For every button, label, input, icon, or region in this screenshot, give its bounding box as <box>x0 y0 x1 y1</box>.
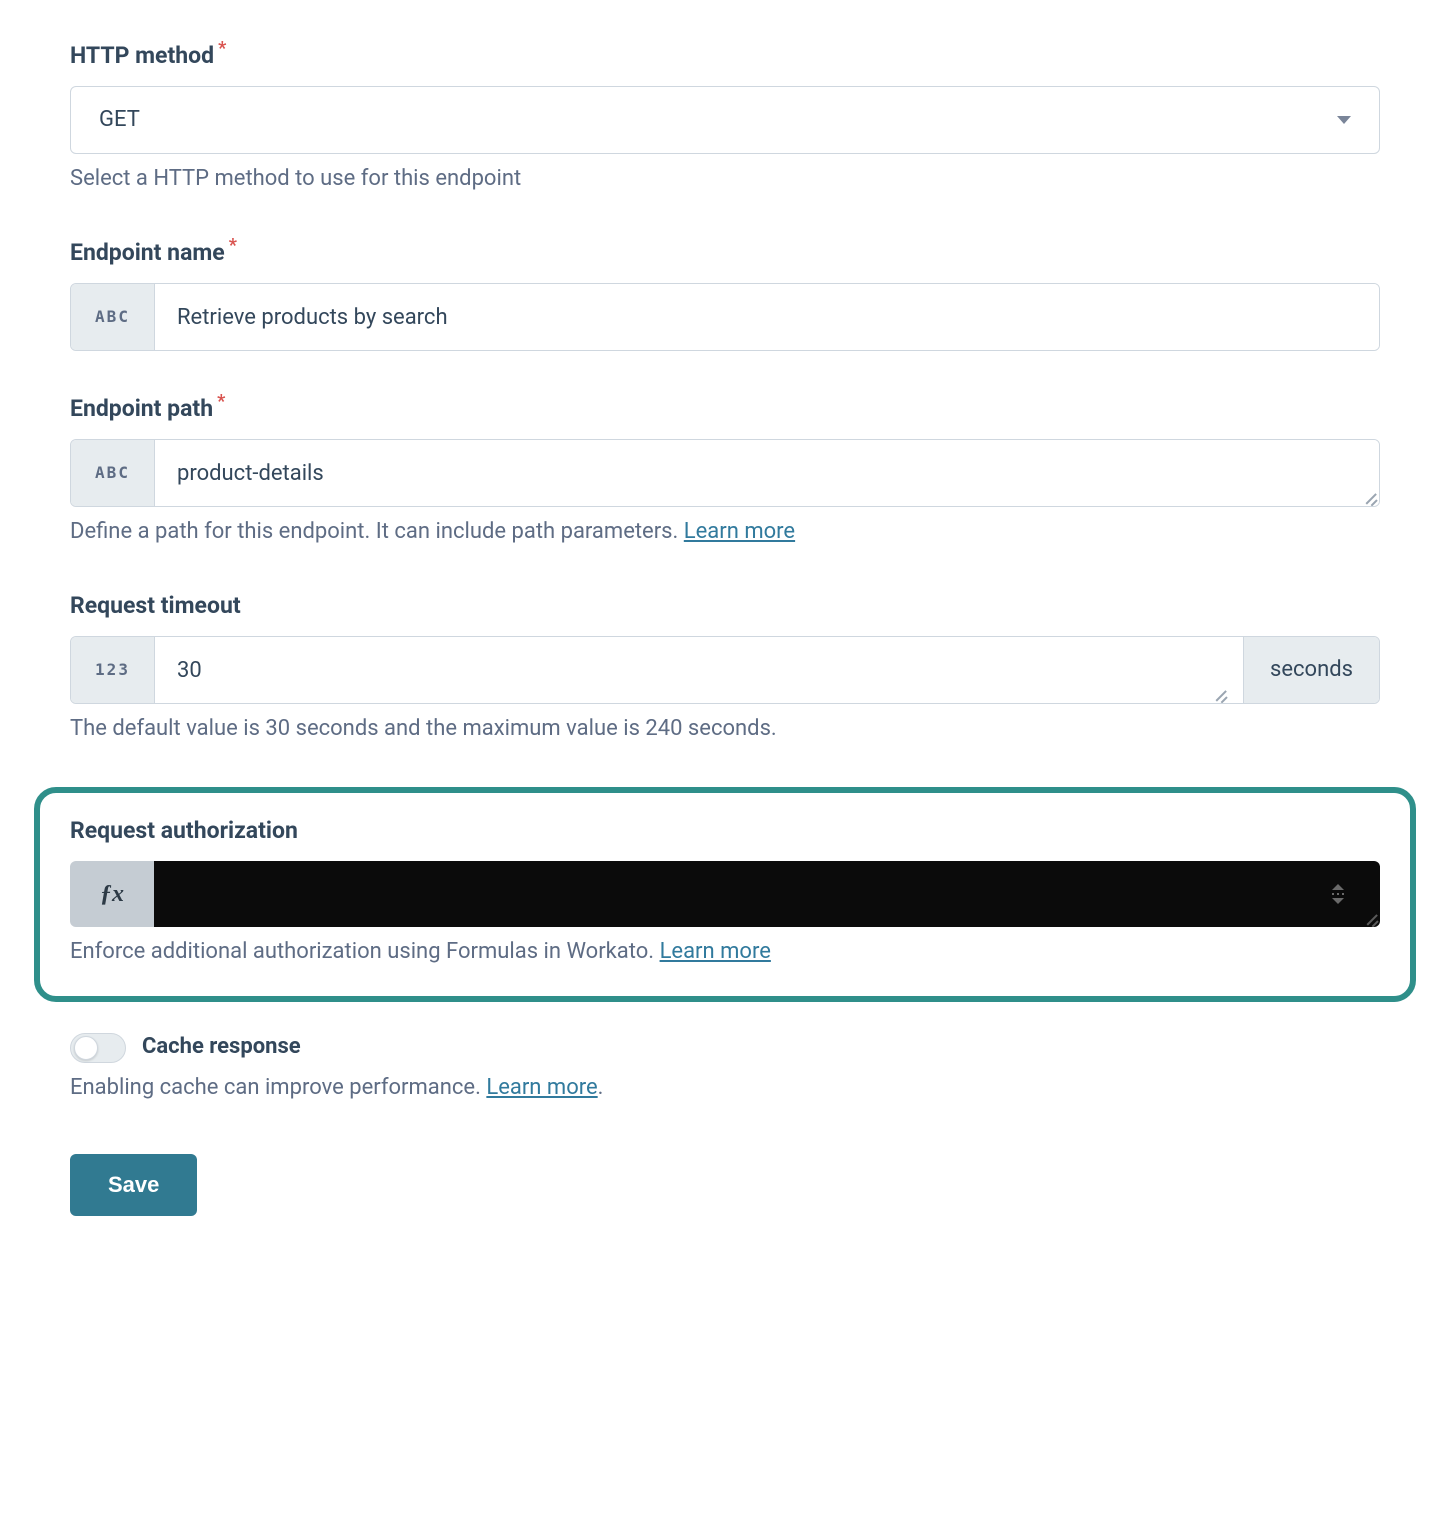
endpoint-path-label: Endpoint path * <box>70 393 1380 425</box>
endpoint-name-input[interactable] <box>155 284 1379 350</box>
text-type-icon: ABC <box>71 284 155 350</box>
http-method-label: HTTP method * <box>70 40 1380 72</box>
required-asterisk: * <box>229 233 237 258</box>
cache-response-helper-text: Enabling cache can improve performance. <box>70 1075 486 1100</box>
request-timeout-input[interactable] <box>155 637 1243 703</box>
endpoint-path-helper: Define a path for this endpoint. It can … <box>70 517 1380 548</box>
endpoint-name-field: Endpoint name * ABC <box>70 237 1380 351</box>
number-type-icon: 123 <box>71 637 155 703</box>
save-button[interactable]: Save <box>70 1154 197 1216</box>
request-authorization-label: Request authorization <box>70 815 1380 847</box>
request-timeout-suffix: seconds <box>1243 637 1379 703</box>
cache-response-field: Cache response Enabling cache can improv… <box>70 1032 1380 1104</box>
request-authorization-highlight: Request authorization ƒx Enforce additio… <box>34 787 1416 1002</box>
cache-response-learn-more-link[interactable]: Learn more <box>486 1075 597 1100</box>
required-asterisk: * <box>217 389 225 414</box>
http-method-label-text: HTTP method <box>70 40 214 72</box>
request-authorization-label-text: Request authorization <box>70 815 298 847</box>
endpoint-path-field: Endpoint path * ABC Define a path for th… <box>70 393 1380 548</box>
text-type-icon: ABC <box>71 440 155 506</box>
resize-handle-icon <box>1362 909 1378 925</box>
endpoint-path-learn-more-link[interactable]: Learn more <box>684 519 795 544</box>
request-authorization-input-group: ƒx <box>70 861 1380 927</box>
request-timeout-field: Request timeout 123 seconds The default … <box>70 590 1380 745</box>
endpoint-path-helper-text: Define a path for this endpoint. It can … <box>70 519 684 544</box>
cache-response-helper: Enabling cache can improve performance. … <box>70 1073 1380 1104</box>
http-method-select[interactable]: GET <box>70 86 1380 154</box>
stepper-icon[interactable] <box>1332 884 1344 904</box>
endpoint-name-label-text: Endpoint name <box>70 237 225 269</box>
endpoint-name-label: Endpoint name * <box>70 237 1380 269</box>
endpoint-name-input-group: ABC <box>70 283 1380 351</box>
request-authorization-input[interactable] <box>154 861 1380 927</box>
required-asterisk: * <box>218 36 226 61</box>
request-authorization-learn-more-link[interactable]: Learn more <box>660 939 771 964</box>
cache-response-toggle[interactable] <box>70 1033 126 1063</box>
http-method-field: HTTP method * GET Select a HTTP method t… <box>70 40 1380 195</box>
request-timeout-label-text: Request timeout <box>70 590 241 622</box>
http-method-helper: Select a HTTP method to use for this end… <box>70 164 1380 195</box>
http-method-value: GET <box>99 105 1337 136</box>
toggle-knob <box>74 1036 98 1060</box>
request-timeout-helper: The default value is 30 seconds and the … <box>70 714 1380 745</box>
cache-response-label: Cache response <box>142 1032 301 1063</box>
request-timeout-label: Request timeout <box>70 590 1380 622</box>
request-timeout-input-group: 123 seconds <box>70 636 1380 704</box>
cache-response-helper-suffix: . <box>598 1075 604 1100</box>
chevron-down-icon <box>1337 116 1351 124</box>
endpoint-path-input-group: ABC <box>70 439 1380 507</box>
request-authorization-helper-text: Enforce additional authorization using F… <box>70 939 660 964</box>
formula-type-icon: ƒx <box>70 861 154 927</box>
request-authorization-helper: Enforce additional authorization using F… <box>70 937 1380 968</box>
endpoint-path-input[interactable] <box>155 440 1379 506</box>
endpoint-path-label-text: Endpoint path <box>70 393 213 425</box>
